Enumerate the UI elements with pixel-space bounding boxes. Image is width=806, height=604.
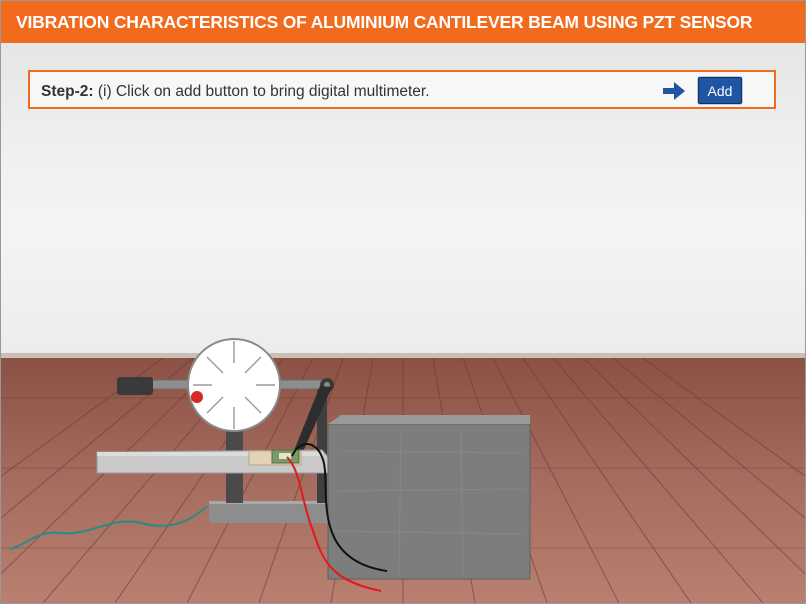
weight-block — [328, 424, 530, 579]
disc-mass — [191, 391, 203, 403]
base-plate — [209, 501, 331, 523]
teal-wire — [8, 505, 208, 551]
simulation-frame: VIBRATION CHARACTERISTICS OF ALUMINIUM C… — [0, 0, 806, 604]
exciter-handle — [117, 377, 153, 395]
experiment-apparatus — [8, 338, 531, 592]
